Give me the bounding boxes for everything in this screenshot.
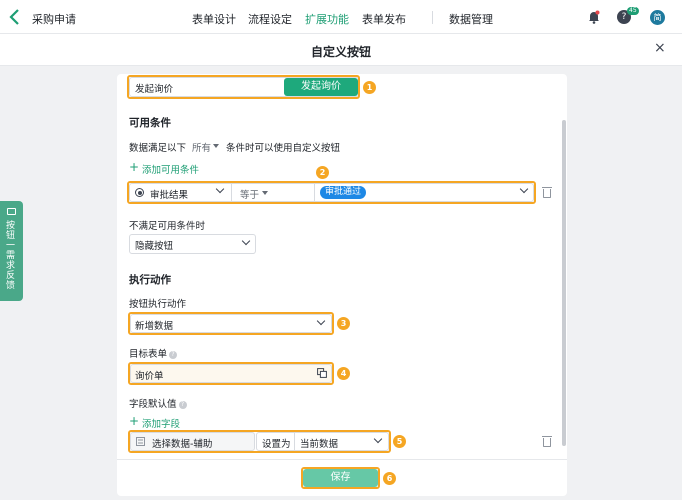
action-heading: 执行动作 xyxy=(129,274,171,286)
rule-mode-caret-icon[interactable] xyxy=(213,144,219,148)
nav-form-publish[interactable]: 表单发布 xyxy=(362,11,406,27)
delete-condition-trash-icon[interactable] xyxy=(542,187,552,198)
bell-icon[interactable] xyxy=(588,10,600,24)
rule-suffix: 条件时可以使用自定义按钮 xyxy=(226,143,341,154)
avatar[interactable]: 简 xyxy=(650,10,665,25)
nav-divider xyxy=(432,11,433,24)
marker-1: 1 xyxy=(363,81,376,94)
add-field-link[interactable]: 添加字段 xyxy=(142,416,180,430)
nav-form-design[interactable]: 表单设计 xyxy=(192,11,236,27)
add-condition-plus-icon[interactable]: + xyxy=(129,160,139,174)
back-arrow-icon[interactable] xyxy=(8,8,24,26)
highlight-5 xyxy=(128,430,391,453)
marker-2: 2 xyxy=(316,166,329,179)
unmet-label: 不满足可用条件时 xyxy=(129,221,206,232)
feedback-icon xyxy=(7,208,16,215)
feedback-tab-label: 按钮一需求反馈 xyxy=(6,221,16,291)
rule-mode-select[interactable]: 所有 xyxy=(192,140,211,154)
app-title: 采购申请 xyxy=(32,13,76,26)
rule-prefix: 数据满足以下 xyxy=(129,143,187,154)
footer-divider xyxy=(117,459,567,460)
highlight-3 xyxy=(128,312,334,335)
top-bar: 采购申请 表单设计 流程设定 扩展功能 表单发布 数据管理 ? 45 简 xyxy=(0,0,682,34)
highlight-6 xyxy=(301,467,380,489)
nav-extensions[interactable]: 扩展功能 xyxy=(305,11,349,27)
nav-process-settings[interactable]: 流程设定 xyxy=(248,11,292,27)
add-condition-link[interactable]: 添加可用条件 xyxy=(142,162,199,176)
unmet-value: 隐藏按钮 xyxy=(135,241,174,252)
add-field-plus-icon[interactable]: + xyxy=(129,414,139,428)
feedback-side-tab[interactable]: 按钮一需求反馈 xyxy=(0,201,23,301)
marker-6: 6 xyxy=(383,472,396,485)
target-help-icon[interactable]: ? xyxy=(169,350,178,359)
help-badge: 45 xyxy=(627,7,639,15)
modal-header: 自定义按钮 × xyxy=(0,34,682,66)
highlight-1 xyxy=(127,75,360,99)
delete-field-trash-icon[interactable] xyxy=(542,436,552,447)
highlight-4 xyxy=(128,362,334,385)
action-label: 按钮执行动作 xyxy=(129,299,187,310)
target-label: 目标表单? xyxy=(129,346,178,360)
marker-3: 3 xyxy=(337,317,350,330)
close-icon[interactable]: × xyxy=(654,40,666,56)
modal-title: 自定义按钮 xyxy=(310,45,371,59)
highlight-2 xyxy=(127,181,536,204)
panel-scrollbar[interactable] xyxy=(562,120,566,446)
defaults-label: 字段默认值? xyxy=(129,396,187,410)
marker-5: 5 xyxy=(393,435,406,448)
marker-4: 4 xyxy=(337,367,350,380)
defaults-help-icon[interactable]: ? xyxy=(178,400,187,409)
nav-data-management[interactable]: 数据管理 xyxy=(449,11,493,27)
conditions-heading: 可用条件 xyxy=(129,117,171,129)
